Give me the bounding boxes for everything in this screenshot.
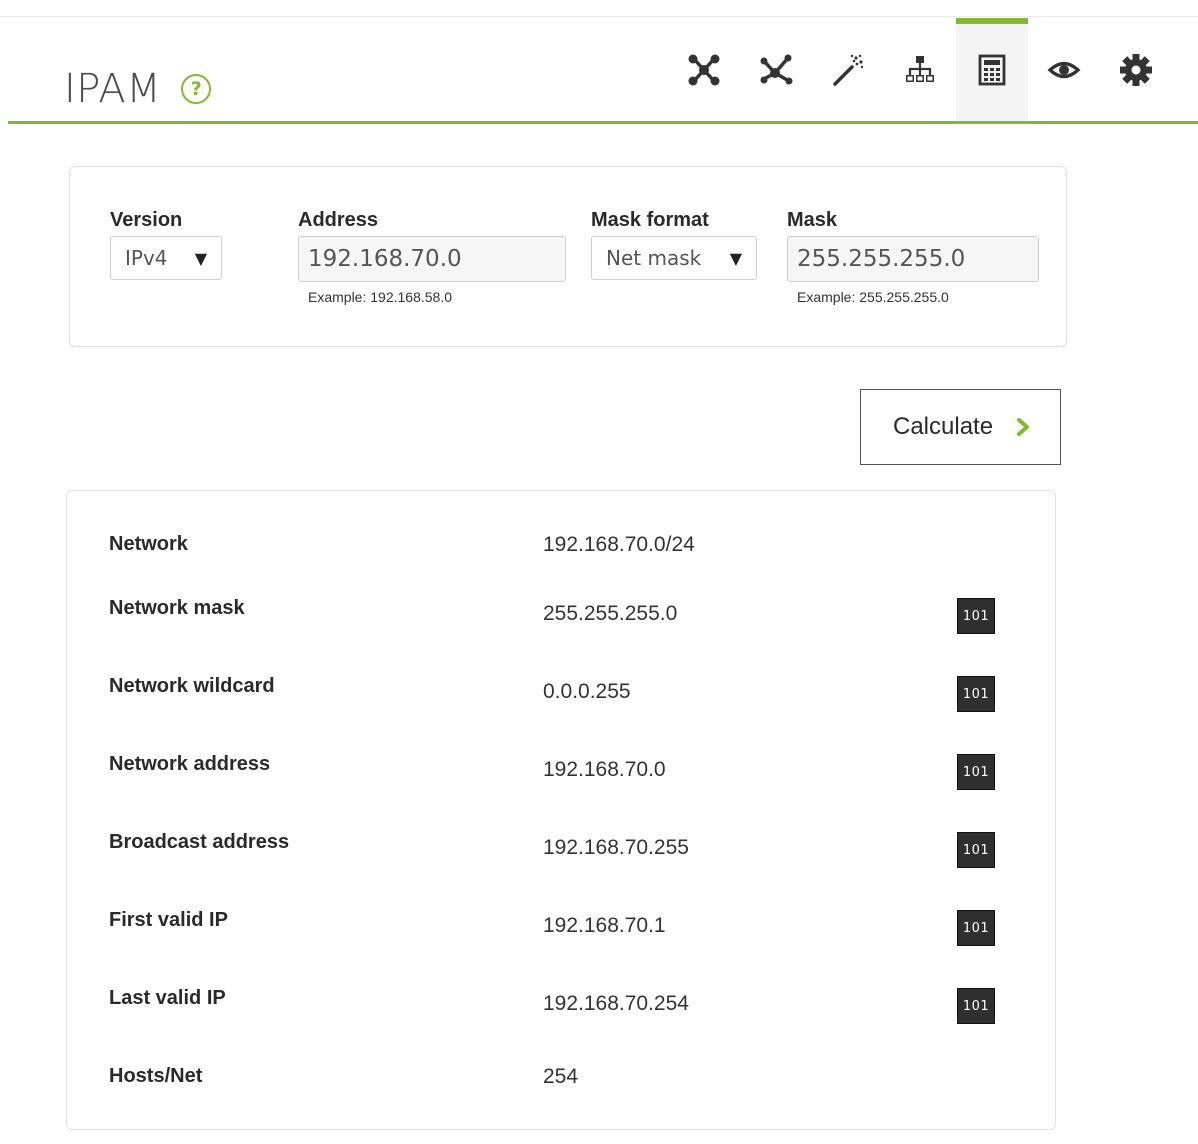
result-label-broadcast-address: Broadcast address xyxy=(109,831,290,853)
binary-view-button[interactable]: 101 xyxy=(957,676,995,712)
recon-icon xyxy=(760,54,793,84)
binary-view-button[interactable]: 101 xyxy=(957,832,995,868)
settings-button[interactable] xyxy=(1100,18,1172,121)
eye-icon xyxy=(1047,61,1081,78)
results-panel: Network 192.168.70.0/24 Network mask 255… xyxy=(66,490,1056,1130)
calculator-button[interactable] xyxy=(956,18,1028,121)
header-accent-line xyxy=(8,121,1198,124)
result-value-network-address: 192.168.70.0 xyxy=(543,758,666,781)
result-value-broadcast-address: 192.168.70.255 xyxy=(543,836,689,859)
chevron-right-icon xyxy=(1017,418,1029,436)
header-toolbar xyxy=(668,18,1172,121)
binary-view-button[interactable]: 101 xyxy=(957,988,995,1024)
calculate-button-label: Calculate xyxy=(893,413,994,440)
mask-example: Example: 255.255.255.0 xyxy=(797,289,949,305)
result-value-network-mask: 255.255.255.0 xyxy=(543,602,678,625)
mask-input[interactable] xyxy=(787,236,1039,282)
result-value-hosts-net: 254 xyxy=(543,1065,579,1088)
result-value-first-valid-ip: 192.168.70.1 xyxy=(543,914,666,937)
mask-format-label: Mask format xyxy=(591,209,709,231)
version-field: Version IPv4 ▼ xyxy=(110,209,222,280)
mask-format-select-value: Net mask xyxy=(606,246,702,270)
result-label-network-address: Network address xyxy=(109,753,271,775)
result-label-network-wildcard: Network wildcard xyxy=(109,675,275,697)
calculator-form: Version IPv4 ▼ Address Example: 192.168.… xyxy=(69,166,1067,347)
mask-field: Mask Example: 255.255.255.0 xyxy=(787,209,1039,305)
help-icon[interactable]: ? xyxy=(181,74,212,104)
mask-label: Mask xyxy=(787,209,838,231)
recon-button[interactable] xyxy=(740,18,812,121)
address-input[interactable] xyxy=(298,236,566,282)
network-map-button[interactable] xyxy=(668,18,740,121)
network-map-icon xyxy=(688,54,720,85)
result-label-last-valid-ip: Last valid IP xyxy=(109,987,226,1009)
calculate-button[interactable]: Calculate xyxy=(860,389,1061,465)
address-field: Address Example: 192.168.58.0 xyxy=(298,209,566,305)
page-header: IPAM ? xyxy=(0,0,1198,124)
chevron-down-icon: ▼ xyxy=(729,248,742,268)
binary-view-button[interactable]: 101 xyxy=(957,754,995,790)
sitemap-button[interactable] xyxy=(884,18,956,121)
chevron-down-icon: ▼ xyxy=(194,248,207,268)
result-value-network: 192.168.70.0/24 xyxy=(543,533,695,556)
address-label: Address xyxy=(298,209,379,231)
result-label-network: Network xyxy=(109,533,188,555)
sitemap-icon xyxy=(906,55,934,82)
version-label: Version xyxy=(110,209,183,231)
result-value-network-wildcard: 0.0.0.255 xyxy=(543,680,631,703)
result-label-network-mask: Network mask xyxy=(109,597,245,619)
binary-view-button[interactable]: 101 xyxy=(957,598,995,634)
view-button[interactable] xyxy=(1028,18,1100,121)
result-label-first-valid-ip: First valid IP xyxy=(109,909,228,931)
version-select-value: IPv4 xyxy=(125,246,168,270)
mask-format-field: Mask format Net mask ▼ xyxy=(591,209,757,280)
binary-view-button[interactable]: 101 xyxy=(957,910,995,946)
page-title: IPAM xyxy=(64,66,162,112)
gear-icon xyxy=(1120,53,1152,86)
result-value-last-valid-ip: 192.168.70.254 xyxy=(543,992,689,1015)
wizard-button[interactable] xyxy=(812,18,884,121)
version-select[interactable]: IPv4 ▼ xyxy=(110,236,222,280)
magic-wand-icon xyxy=(833,54,864,86)
address-example: Example: 192.168.58.0 xyxy=(308,289,452,305)
calculator-icon xyxy=(978,54,1006,85)
result-label-hosts-net: Hosts/Net xyxy=(109,1065,203,1087)
header-top-divider xyxy=(0,16,1198,17)
title-area: IPAM ? xyxy=(64,66,212,112)
mask-format-select[interactable]: Net mask ▼ xyxy=(591,236,757,280)
